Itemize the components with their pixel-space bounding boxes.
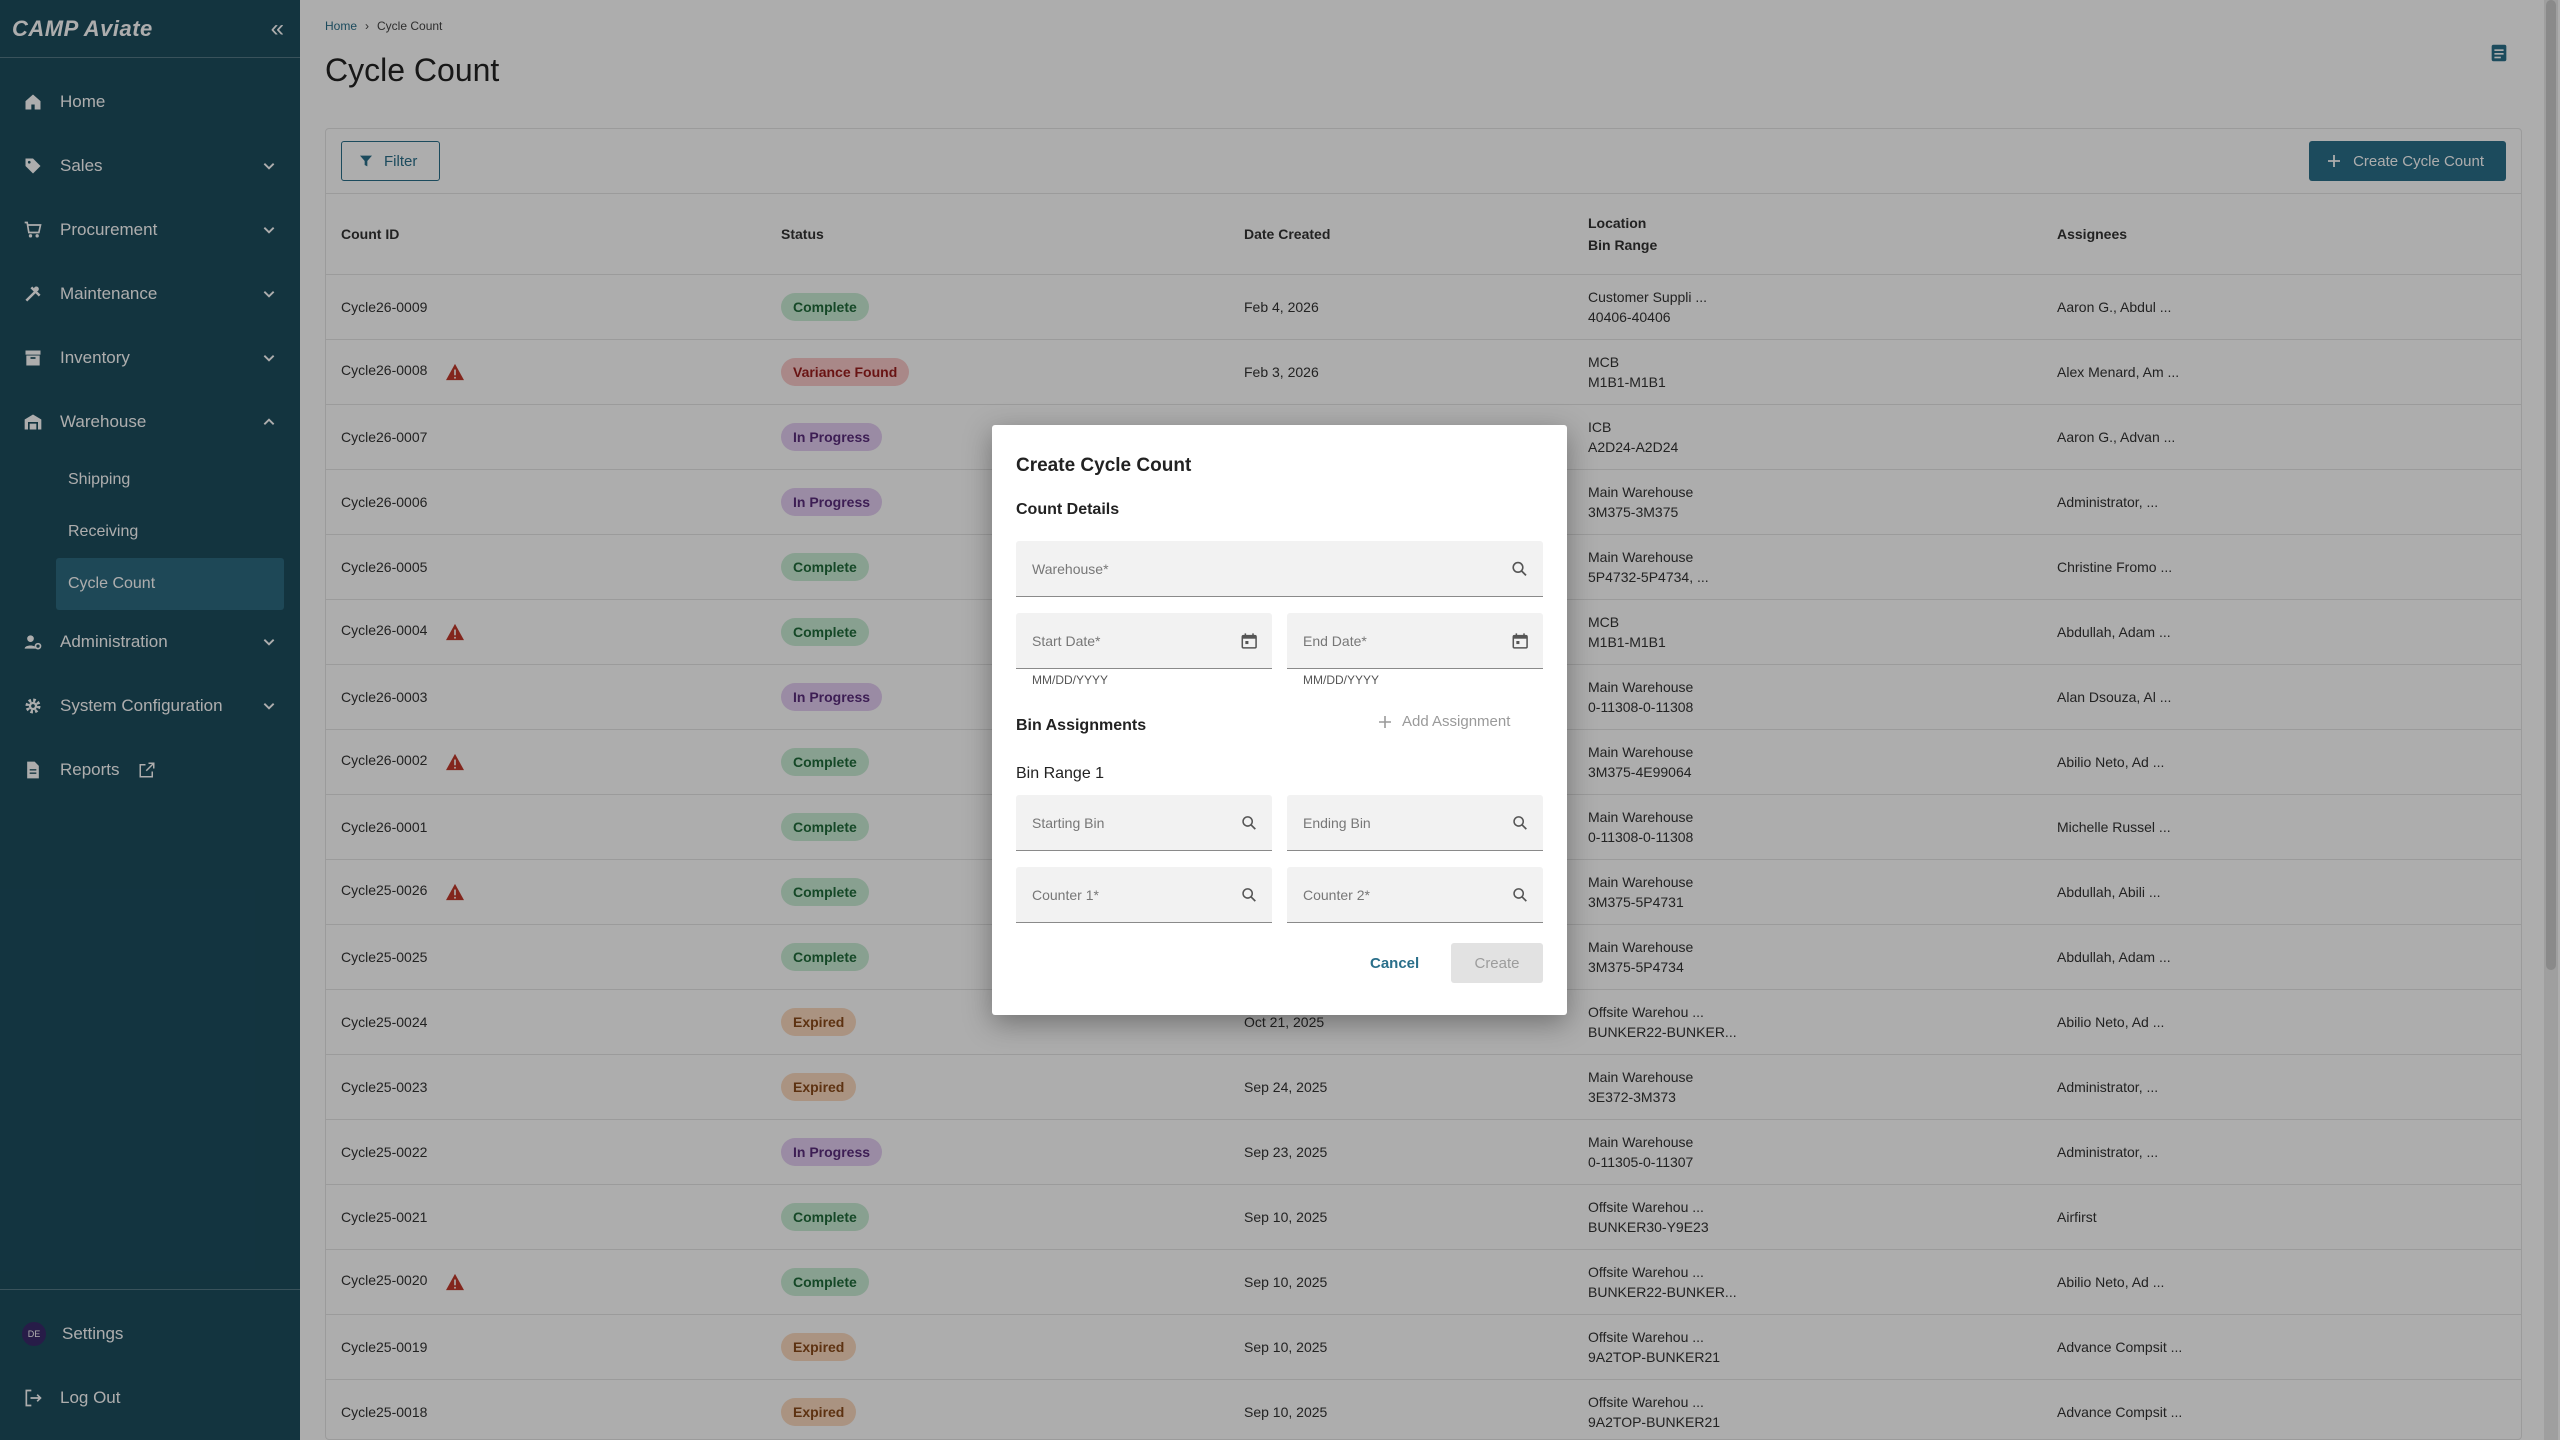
search-icon[interactable] — [1240, 885, 1258, 905]
counter-2-field[interactable] — [1287, 867, 1543, 923]
search-icon[interactable] — [1511, 885, 1529, 905]
dialog-title: Create Cycle Count — [1016, 455, 1192, 476]
calendar-icon[interactable] — [1240, 631, 1258, 651]
end-date-field[interactable] — [1287, 613, 1543, 669]
search-icon[interactable] — [1510, 559, 1529, 579]
search-icon[interactable] — [1511, 813, 1529, 833]
start-date-hint: MM/DD/YYYY — [1032, 673, 1109, 687]
bin-assignments-heading: Bin Assignments — [1016, 717, 1147, 734]
end-date-input[interactable] — [1303, 632, 1511, 649]
starting-bin-field[interactable] — [1016, 795, 1272, 851]
start-date-field[interactable] — [1016, 613, 1272, 669]
create-cycle-count-dialog: Create Cycle Count Count Details MM/DD/Y… — [992, 425, 1567, 1015]
ending-bin-field[interactable] — [1287, 795, 1543, 851]
starting-bin-input[interactable] — [1032, 814, 1240, 831]
warehouse-input[interactable] — [1032, 560, 1510, 577]
warehouse-field[interactable] — [1016, 541, 1543, 597]
bin-range-label: Bin Range 1 — [1016, 765, 1105, 782]
end-date-hint: MM/DD/YYYY — [1303, 673, 1380, 687]
page-scrollbar-thumb[interactable] — [2546, 0, 2556, 970]
create-button[interactable]: Create — [1451, 943, 1543, 983]
add-assignment-label: Add Assignment — [1402, 713, 1511, 730]
calendar-icon[interactable] — [1511, 631, 1529, 651]
cancel-button[interactable]: Cancel — [1370, 945, 1419, 981]
counter-2-input[interactable] — [1303, 886, 1511, 903]
start-date-input[interactable] — [1032, 632, 1240, 649]
counter-1-input[interactable] — [1032, 886, 1240, 903]
counter-1-field[interactable] — [1016, 867, 1272, 923]
plus-icon — [1379, 715, 1391, 728]
count-details-heading: Count Details — [1016, 501, 1120, 518]
search-icon[interactable] — [1240, 813, 1258, 833]
ending-bin-input[interactable] — [1303, 814, 1511, 831]
add-assignment-button[interactable]: Add Assignment — [1378, 713, 1510, 730]
